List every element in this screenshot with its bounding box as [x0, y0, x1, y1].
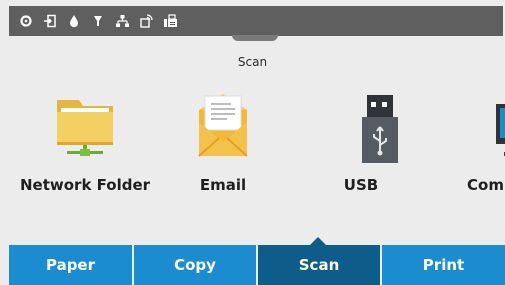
- status-icons: [17, 12, 185, 30]
- sign-in-icon[interactable]: [41, 12, 59, 30]
- usb-drive-icon: [296, 86, 426, 168]
- destination-label: USB: [343, 176, 379, 194]
- destination-usb[interactable]: USB: [296, 86, 426, 206]
- email-envelope-icon: [158, 86, 288, 168]
- settings-icon[interactable]: [17, 12, 35, 30]
- network-folder-icon: [20, 86, 150, 168]
- tab-print[interactable]: Print: [382, 245, 505, 285]
- fax-icon[interactable]: [161, 12, 179, 30]
- destination-label: Network Folder: [20, 176, 151, 194]
- printer-control-panel: Scan Network Folder Email USB Com Paper …: [0, 0, 505, 285]
- destination-network-folder[interactable]: Network Folder: [20, 86, 150, 206]
- ink-drop-icon[interactable]: [65, 12, 83, 30]
- wifi-direct-icon[interactable]: [137, 12, 155, 30]
- active-tab-pointer: [310, 237, 326, 245]
- network-icon[interactable]: [113, 12, 131, 30]
- destination-label: Comp: [467, 176, 505, 194]
- dashboard-pull-tab[interactable]: [232, 35, 278, 41]
- destination-computer[interactable]: Comp: [435, 86, 505, 206]
- destination-email[interactable]: Email: [158, 86, 288, 206]
- page-title: Scan: [237, 55, 268, 69]
- tab-paper[interactable]: Paper: [9, 245, 134, 285]
- tab-copy[interactable]: Copy: [134, 245, 258, 285]
- supplies-icon[interactable]: [89, 12, 107, 30]
- bottom-tab-bar: Paper Copy Scan Print: [9, 245, 505, 285]
- status-bar: [9, 6, 503, 36]
- computer-monitor-icon: [435, 86, 505, 168]
- destination-label: Email: [199, 176, 247, 194]
- tab-scan[interactable]: Scan: [258, 245, 382, 285]
